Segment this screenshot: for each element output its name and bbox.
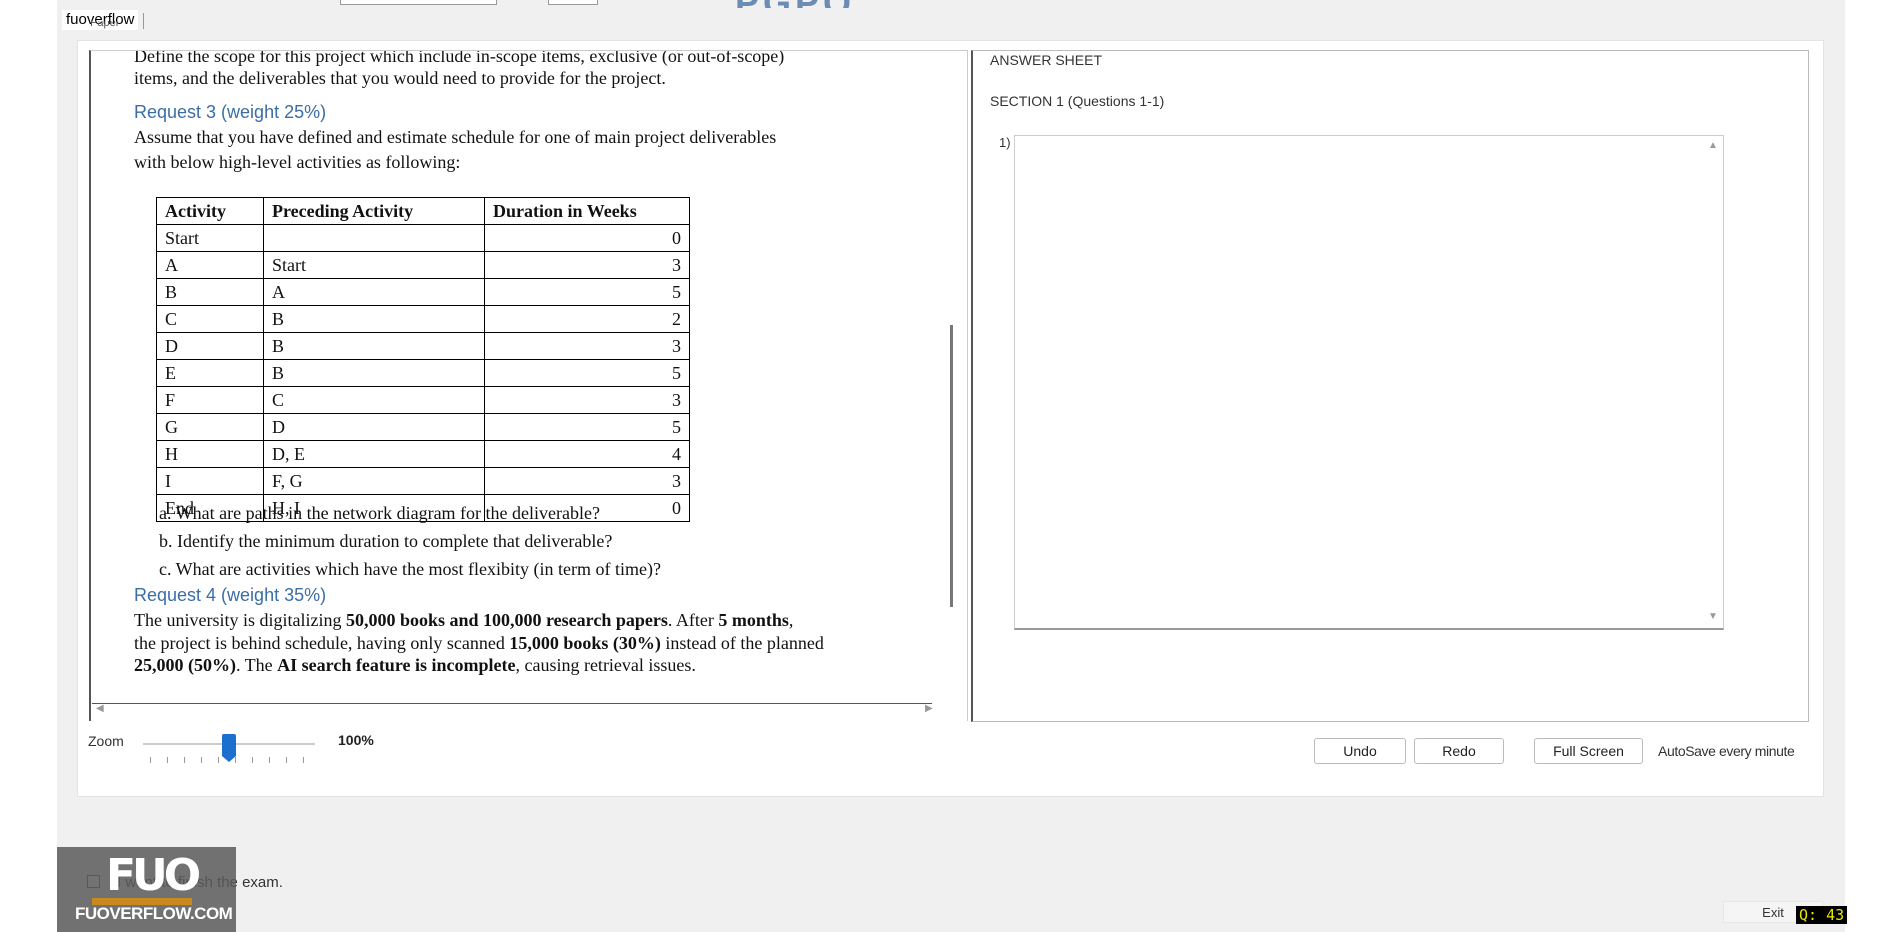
r4-bold: 15,000 books (30%) <box>509 633 661 653</box>
cell-duration: 3 <box>484 251 690 279</box>
r4-text: , causing retrieval issues. <box>515 655 696 675</box>
cell-preceding: C <box>263 386 485 414</box>
cell-preceding: Start <box>263 251 485 279</box>
r4-bold: 50,000 books and 100,000 research papers <box>345 610 668 630</box>
table-row: BA5 <box>156 278 690 306</box>
col-header-activity: Activity <box>156 197 264 225</box>
col-header-duration: Duration in Weeks <box>484 197 690 225</box>
table-row: I F, G3 <box>156 467 690 495</box>
cell-preceding: D <box>263 413 485 441</box>
zoom-slider-thumb[interactable] <box>222 734 236 762</box>
question-a: a. What are paths in the network diagram… <box>159 503 600 523</box>
r4-bold: 5 months <box>718 610 789 630</box>
scroll-up-icon[interactable]: ▲ <box>1708 140 1718 151</box>
cell-activity: G <box>156 413 264 441</box>
autosave-notice: AutoSave every minute <box>1658 743 1795 759</box>
right-margin <box>1845 0 1902 932</box>
request-3-heading: Request 3 (weight 25%) <box>134 102 327 122</box>
page-heading-fragment: PGPO <box>735 0 855 8</box>
cell-preceding: D, E <box>263 440 485 468</box>
table-row: FC3 <box>156 386 690 414</box>
activity-table-body: Start 0 A Start 3 B A 5 C B 2 D B 3 E B 5 F C 3 G D 5 H D, E 4 I F,… <box>156 224 690 522</box>
full-screen-button[interactable]: Full Screen <box>1534 738 1643 764</box>
undo-button[interactable]: Undo <box>1314 738 1406 764</box>
r4-text: instead of the planned <box>660 633 824 653</box>
cell-preceding: F, G <box>263 467 485 495</box>
cell-activity: D <box>156 332 264 360</box>
request-4-line-3: 25,000 (50%). The AI search feature is i… <box>134 653 696 677</box>
question-b: b. Identify the minimum duration to comp… <box>159 531 613 551</box>
activity-table: Activity Preceding Activity Duration in … <box>156 197 690 522</box>
question-c: c. What are activities which have the mo… <box>159 559 661 579</box>
logo-mark: FUO <box>106 850 201 901</box>
cell-duration: 4 <box>484 440 690 468</box>
request-3-line-2: with below high-level activities as foll… <box>134 152 461 172</box>
cell-preceding: B <box>263 359 485 387</box>
cell-duration: 3 <box>484 467 690 495</box>
cell-activity: Start <box>156 224 264 252</box>
cell-duration: 0 <box>484 224 690 252</box>
table-row: A Start 3 <box>156 251 690 279</box>
answer-question-number: 1) <box>999 135 1011 150</box>
cell-preceding: B <box>263 332 485 360</box>
request-4-line-2: the project is behind schedule, having o… <box>134 631 824 655</box>
cell-activity: F <box>156 386 264 414</box>
question-document-pane[interactable]: Define the scope for this project which … <box>89 50 968 721</box>
cell-preceding: B <box>263 305 485 333</box>
answer-section-label: SECTION 1 (Questions 1-1) <box>990 93 1165 109</box>
r4-text: the project is behind schedule, having o… <box>134 633 510 653</box>
table-row: EB5 <box>156 359 690 387</box>
scroll-left-icon[interactable]: ◀ <box>96 703 104 714</box>
r4-text: The university is digitalizing <box>134 610 346 630</box>
cell-duration: 3 <box>484 386 690 414</box>
cell-activity: C <box>156 305 264 333</box>
cell-activity: B <box>156 278 264 306</box>
left-margin <box>0 0 57 932</box>
text-cursor <box>143 13 144 29</box>
r4-bold: 25,000 (50%) <box>134 655 236 675</box>
request-3-line-1: Assume that you have defined and estimat… <box>134 127 777 147</box>
intro-line-2: items, and the deliverables that you wou… <box>134 68 666 88</box>
redo-button[interactable]: Redo <box>1414 738 1504 764</box>
table-row: GD5 <box>156 413 690 441</box>
cell-duration: 5 <box>484 278 690 306</box>
table-row: CB2 <box>156 305 690 333</box>
table-row: DB3 <box>156 332 690 360</box>
cell-activity: A <box>156 251 264 279</box>
question-counter: Q: 43 <box>1796 906 1848 924</box>
cell-activity: E <box>156 359 264 387</box>
cell-activity: I <box>156 467 264 495</box>
cell-duration: 5 <box>484 359 690 387</box>
table-row: H D, E4 <box>156 440 690 468</box>
paper-label: Paper <box>90 21 120 29</box>
logo-text: FUOVERFLOW.COM <box>75 904 233 923</box>
zoom-label: Zoom <box>88 733 124 749</box>
answer-sheet-title: ANSWER SHEET <box>990 52 1103 68</box>
table-row: Start 0 <box>156 224 690 252</box>
document-horizontal-scrollbar[interactable] <box>92 703 932 704</box>
r4-text: , <box>788 610 794 630</box>
r4-text: . After <box>667 610 719 630</box>
cell-duration: 5 <box>484 413 690 441</box>
cell-preceding <box>263 224 485 252</box>
document-vertical-scrollbar[interactable] <box>950 325 953 607</box>
top-select-partial[interactable] <box>340 0 497 5</box>
scroll-right-icon[interactable]: ▶ <box>925 703 933 714</box>
cell-duration: 3 <box>484 332 690 360</box>
scroll-down-icon[interactable]: ▼ <box>1708 611 1718 622</box>
request-4-heading: Request 4 (weight 35%) <box>134 585 327 605</box>
cell-activity: H <box>156 440 264 468</box>
cell-duration: 2 <box>484 305 690 333</box>
r4-text: . The <box>236 655 278 675</box>
r4-bold: AI search feature is incomplete <box>277 655 516 675</box>
answer-textarea[interactable] <box>1014 135 1724 630</box>
zoom-value: 100% <box>338 732 374 748</box>
cell-preceding: A <box>263 278 485 306</box>
top-button-partial[interactable] <box>548 0 598 5</box>
request-4-line-1: The university is digitalizing 50,000 bo… <box>134 608 793 632</box>
table-header-row: Activity Preceding Activity Duration in … <box>156 197 690 225</box>
col-header-preceding: Preceding Activity <box>263 197 485 225</box>
